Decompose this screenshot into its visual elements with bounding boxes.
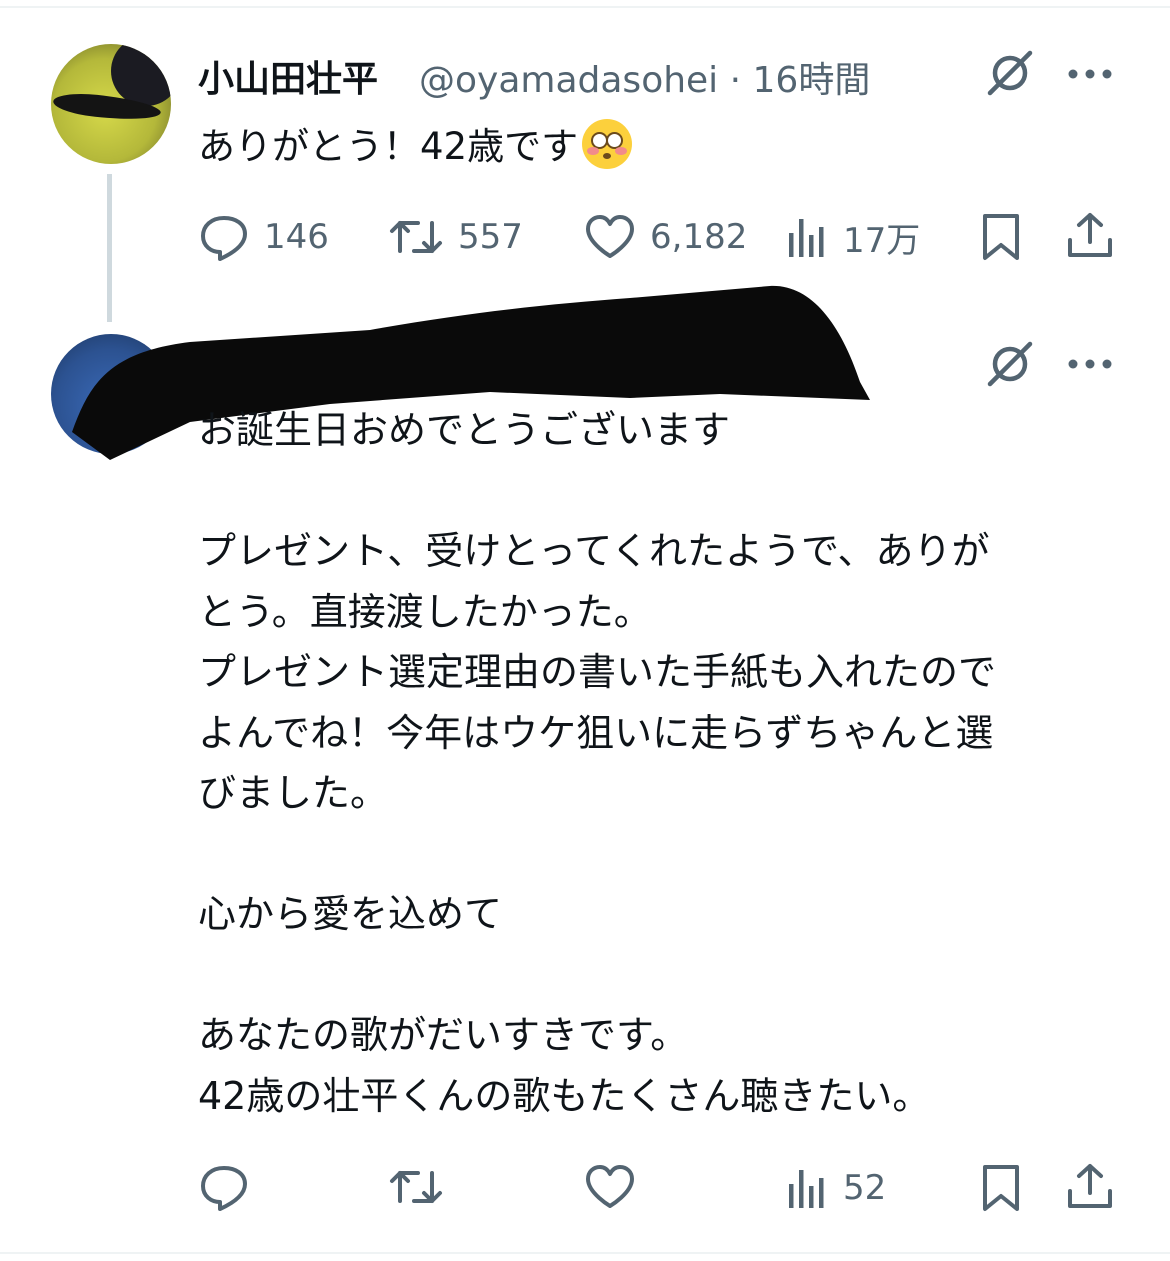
author-name[interactable]: 小山田壮平 [198, 50, 378, 102]
views-icon [789, 219, 824, 257]
like-action[interactable]: 6,182 [584, 212, 747, 262]
reply-views-icon [789, 1170, 824, 1208]
more-icon[interactable] [1067, 68, 1113, 80]
reply-reply-icon[interactable] [198, 1163, 250, 1211]
reply-repost-icon[interactable] [388, 1163, 444, 1211]
reply-line: 心から愛を込めて [198, 892, 503, 936]
heart-icon [586, 215, 634, 258]
reply-line: とう。直接渡したかった。 [198, 589, 652, 634]
reply-grok-icon[interactable] [984, 338, 1036, 390]
reply-line: びました。 [198, 771, 389, 815]
author-handle-time[interactable]: @oyamadasohei · 16時間 [419, 51, 870, 103]
reply-more-icon[interactable] [1067, 358, 1113, 370]
reply-line: プレゼント選定理由の書いた手紙も入れたので [198, 650, 997, 694]
reply-line: 42歳の壮平くんの歌もたくさん聴きたい。 [198, 1073, 931, 1118]
author-avatar[interactable] [51, 44, 171, 164]
views-action[interactable]: 17万 [785, 212, 920, 262]
tweet-text: ありがとう！42歳です [198, 116, 633, 170]
grok-icon[interactable] [984, 47, 1036, 99]
reply-views-action[interactable]: 52 [785, 1163, 886, 1213]
avatar-shadow [111, 44, 171, 106]
reply-views-count: 52 [843, 1168, 887, 1208]
reply-icon [201, 216, 247, 261]
reply-line: よんでね！今年はウケ狙いに走らずちゃんと選 [198, 710, 994, 755]
reply-bookmark-icon[interactable] [980, 1163, 1022, 1213]
repost-action[interactable]: 557 [388, 212, 523, 262]
views-count: 17万 [843, 220, 921, 261]
flushed-face-emoji [582, 119, 633, 169]
tweet-text-content: ありがとう！42歳です [198, 125, 579, 168]
bookmark-icon[interactable] [980, 212, 1022, 262]
top-divider [0, 6, 1170, 8]
reply-share-icon[interactable] [1066, 1161, 1114, 1211]
reply-count: 146 [264, 217, 329, 257]
reply-heart-icon[interactable] [584, 1163, 636, 1211]
reply-action[interactable]: 146 [198, 212, 329, 262]
reply-line: プレゼント、受けとってくれたようで、ありが [198, 529, 990, 573]
share-icon[interactable] [1066, 210, 1114, 260]
repost-count: 557 [458, 217, 523, 257]
reply-line: お誕生日おめでとうございます [198, 408, 731, 452]
repost-icon [390, 221, 442, 253]
reply-text: お誕生日おめでとうございます プレゼント、受けとってくれたようで、ありが とう。… [198, 400, 1098, 1126]
like-count: 6,182 [650, 217, 748, 257]
reply-line: あなたの歌がだいすきです。 [198, 1013, 689, 1057]
bottom-divider [0, 1252, 1170, 1254]
